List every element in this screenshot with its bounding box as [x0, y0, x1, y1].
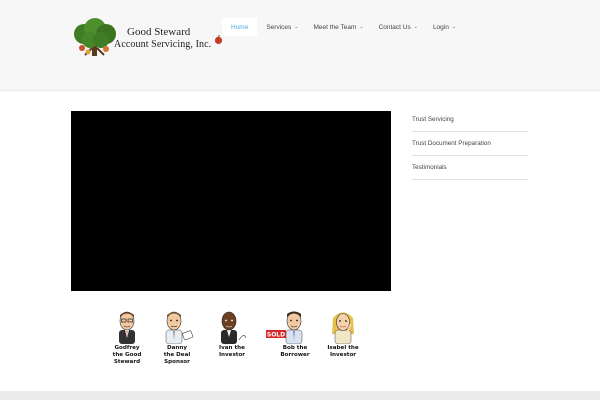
nav-contact-us-label: Contact Us: [378, 23, 411, 31]
nav-meet-the-team[interactable]: Meet the Team ⌄: [313, 18, 363, 36]
sidebar-menu: Trust Servicing Trust Document Preparati…: [412, 112, 528, 180]
ivan-avatar-icon: [221, 311, 247, 344]
sidebar-item-trust-document-preparation[interactable]: Trust Document Preparation: [412, 136, 528, 156]
nav-meet-the-team-label: Meet the Team: [313, 23, 357, 31]
chevron-down-icon: ⌄: [451, 24, 457, 30]
nav-contact-us[interactable]: Contact Us ⌄: [379, 18, 418, 36]
nav-services-label: Services: [266, 23, 292, 31]
nav-services[interactable]: Services ⌄: [266, 18, 298, 36]
nav-home[interactable]: Home: [222, 18, 258, 36]
team-illustration: Godfrey the Good Steward Danny the Deal …: [104, 310, 364, 372]
danny-avatar-icon: [165, 311, 194, 344]
sidebar-item-testimonials[interactable]: Testimonials: [412, 160, 528, 180]
chevron-down-icon: ⌄: [359, 24, 364, 30]
nav-login-label: Login: [432, 23, 449, 31]
godfrey-avatar-icon: [119, 311, 135, 344]
sidebar-item-trust-servicing[interactable]: Trust Servicing: [412, 112, 528, 132]
team-member-ivan: Ivan the Investor: [207, 310, 257, 359]
team-member-bob: SOLD Bob the Borrower: [264, 310, 314, 359]
apple-icon: [214, 35, 223, 44]
team-member-godfrey: Godfrey the Good Steward: [102, 310, 152, 365]
bob-avatar-icon: SOLD: [266, 311, 303, 344]
logo[interactable]: Good Steward Account Servicing, Inc.: [70, 18, 230, 58]
main-nav: Home Services ⌄ Meet the Team ⌄ Contact …: [222, 18, 456, 36]
member-name-isabel: Isabel the Investor: [327, 345, 359, 358]
logo-title: Good Steward: [127, 26, 191, 38]
video-player[interactable]: [71, 111, 391, 291]
team-member-danny: Danny the Deal Sponsor: [152, 310, 202, 365]
nav-login[interactable]: Login ⌄: [433, 18, 456, 36]
nav-home-label: Home: [231, 23, 249, 31]
member-name-ivan: Ivan the Investor: [218, 345, 246, 358]
sold-sign-label: SOLD: [267, 332, 285, 339]
tree-logo-icon: [74, 18, 116, 56]
chevron-down-icon: ⌄: [413, 24, 418, 30]
team-member-isabel: Isabel the Investor: [318, 310, 368, 359]
logo-subtitle: Account Servicing, Inc.: [114, 39, 212, 50]
isabel-avatar-icon: [332, 312, 354, 344]
member-name-danny: Danny the Deal Sponsor: [163, 345, 191, 365]
member-name-godfrey: Godfrey the Good Steward: [112, 345, 142, 365]
member-name-bob: Bob the Borrower: [280, 345, 310, 358]
footer-band: [0, 391, 600, 400]
chevron-down-icon: ⌄: [294, 24, 299, 30]
site-header: Good Steward Account Servicing, Inc. Hom…: [0, 0, 600, 91]
